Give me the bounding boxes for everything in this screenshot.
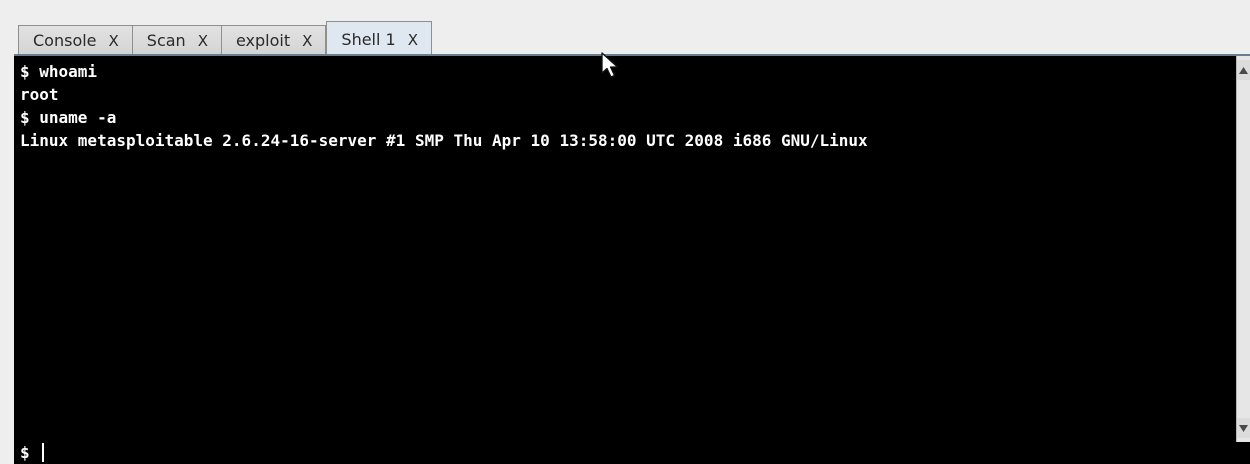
terminal-line: $ uname -a xyxy=(20,108,117,127)
tab-close-icon[interactable]: X xyxy=(198,32,208,50)
prompt-symbol: $ xyxy=(20,442,30,462)
tab-close-icon[interactable]: X xyxy=(109,32,119,50)
tab-bar: Console X Scan X exploit X Shell 1 X xyxy=(0,0,1250,56)
text-cursor xyxy=(41,442,44,462)
scroll-down-button[interactable] xyxy=(1237,418,1250,438)
command-prompt[interactable]: $ xyxy=(20,440,44,464)
mouse-pointer-icon xyxy=(601,52,619,78)
vertical-scrollbar[interactable] xyxy=(1236,56,1250,442)
scroll-up-button[interactable] xyxy=(1237,60,1250,80)
tab-list: Console X Scan X exploit X Shell 1 X xyxy=(18,21,432,55)
tab-close-icon[interactable]: X xyxy=(302,32,312,50)
tab-scan[interactable]: Scan X xyxy=(132,25,222,55)
tab-close-icon[interactable]: X xyxy=(408,31,418,49)
tab-shell-1[interactable]: Shell 1 X xyxy=(326,21,432,55)
terminal-pane[interactable]: $ whoami root $ uname -a Linux metasploi… xyxy=(14,56,1250,464)
tab-label: Shell 1 xyxy=(341,30,396,49)
tab-label: exploit xyxy=(235,31,291,50)
scroll-down-arrow-icon xyxy=(1239,424,1248,432)
shell-window: Console X Scan X exploit X Shell 1 X $ w… xyxy=(0,0,1250,464)
tab-exploit[interactable]: exploit X xyxy=(221,25,327,55)
scroll-up-arrow-icon xyxy=(1239,66,1248,74)
tab-console[interactable]: Console X xyxy=(18,25,133,55)
tab-label: Console xyxy=(33,31,97,50)
terminal-line: Linux metasploitable 2.6.24-16-server #1… xyxy=(20,131,868,150)
tab-label: Scan xyxy=(146,31,186,50)
terminal-line: root xyxy=(20,85,59,104)
